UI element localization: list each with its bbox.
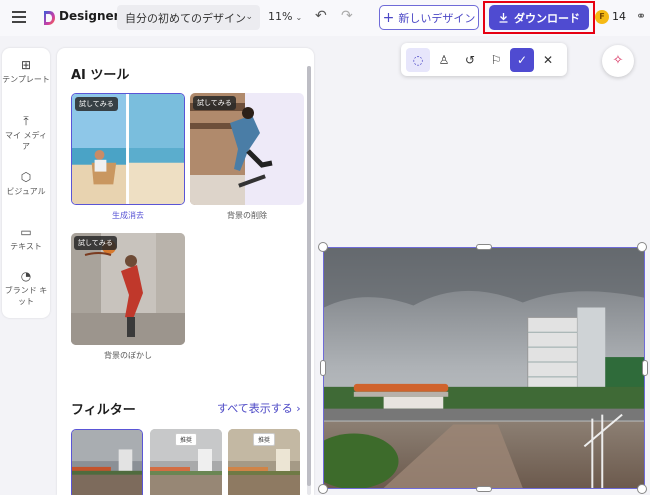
resize-handle-right[interactable] — [642, 360, 648, 376]
filter-recommended-1[interactable]: 推奨 — [150, 429, 222, 495]
rail-item-my-media[interactable]: ⤒ マイ メディア — [2, 114, 50, 152]
undo-icon[interactable]: ↶ — [315, 8, 327, 24]
tool-blur-background[interactable]: 試してみる — [71, 233, 185, 345]
flag-icon[interactable]: ⚐ — [484, 48, 508, 72]
recommended-badge: 推奨 — [174, 433, 198, 446]
download-button[interactable]: ダウンロード — [489, 5, 589, 30]
filter-thumbnail — [72, 430, 142, 495]
photo-image — [324, 248, 644, 488]
rail-item-label: ブランド キット — [4, 286, 48, 306]
tool-label: 生成消去 — [112, 211, 144, 220]
rail-item-text[interactable]: ▭ テキスト — [2, 225, 50, 252]
left-rail: ⊞ テンプレート ⤒ マイ メディア ⬡ ビジュアル ▭ テキスト ◔ ブランド… — [2, 48, 50, 318]
canvas-photo[interactable] — [323, 247, 645, 489]
top-bar: Designer 自分の初めてのデザイン ⌄ 11% ⌄ ↶ ↷ + 新しいデザイ… — [0, 0, 650, 36]
brand-kit-icon: ◔ — [20, 269, 32, 283]
resize-handle-top-right[interactable] — [637, 242, 647, 252]
confirm-check-icon[interactable]: ✓ — [510, 48, 534, 72]
panel-title: AI ツール — [71, 68, 130, 83]
rail-item-templates[interactable]: ⊞ テンプレート — [2, 58, 50, 85]
zoom-level: 11% — [268, 10, 293, 23]
share-icon[interactable]: ⚭ — [636, 9, 646, 23]
tool-label: 背景の削除 — [227, 211, 267, 220]
resize-handle-bottom-left[interactable] — [318, 484, 328, 494]
tool-remove-background[interactable]: 試してみる — [190, 93, 304, 205]
filters-title: フィルター — [71, 403, 136, 418]
chevron-down-icon: ⌄ — [295, 13, 303, 22]
filter-original[interactable] — [71, 429, 143, 495]
hamburger-menu-icon[interactable] — [12, 11, 26, 23]
tool-label: 背景のぼかし — [104, 351, 152, 360]
zoom-dropdown[interactable]: 11% ⌄ — [268, 10, 302, 23]
coin-icon: F — [595, 10, 609, 24]
resize-handle-left[interactable] — [320, 360, 326, 376]
close-icon[interactable]: ✕ — [536, 48, 560, 72]
rail-item-label: テンプレート — [2, 75, 50, 84]
show-all-link[interactable]: すべて表示する › — [217, 400, 301, 416]
try-badge: 試してみる — [193, 96, 236, 110]
new-design-button[interactable]: + 新しいデザイン — [379, 5, 479, 30]
ai-tools-panel: AI ツール 試してみる 生成消去 試してみる 背景の削除 試してみる 背景のぼ… — [57, 48, 314, 495]
tool-generative-erase[interactable]: 試してみる — [71, 93, 185, 205]
upload-icon: ⤒ — [23, 114, 29, 128]
chevron-down-icon: ⌄ — [245, 12, 253, 22]
resize-handle-top-left[interactable] — [318, 242, 328, 252]
reset-icon[interactable]: ↺ — [458, 48, 482, 72]
scrollbar-thumb[interactable] — [307, 66, 311, 486]
redo-icon[interactable]: ↷ — [341, 8, 353, 24]
rail-item-label: マイ メディア — [5, 131, 47, 151]
recommended-badge: 推奨 — [252, 433, 276, 446]
plus-icon: + — [382, 9, 395, 26]
magic-sparkle-icon[interactable]: ✧ — [602, 45, 634, 77]
download-icon — [499, 13, 508, 23]
try-badge: 試してみる — [75, 97, 118, 111]
new-design-label: 新しいデザイン — [398, 11, 476, 25]
chevron-right-icon: › — [296, 402, 301, 415]
resize-handle-top[interactable] — [476, 244, 492, 250]
show-all-label: すべて表示する — [217, 402, 293, 415]
canvas-toolbar: ◌ ♙ ↺ ⚐ ✓ ✕ — [401, 43, 567, 76]
rail-item-label: ビジュアル — [6, 187, 46, 196]
panel-scrollbar[interactable] — [307, 66, 311, 495]
try-badge: 試してみる — [74, 236, 117, 250]
rail-item-brand-kit[interactable]: ◔ ブランド キット — [2, 269, 50, 307]
credits-count: 14 — [612, 10, 626, 23]
document-name: 自分の初めてのデザイン — [125, 12, 246, 25]
rail-item-label: テキスト — [10, 242, 42, 251]
lasso-icon[interactable]: ◌ — [406, 48, 430, 72]
resize-handle-bottom[interactable] — [476, 486, 492, 492]
document-name-dropdown[interactable]: 自分の初めてのデザイン ⌄ — [117, 5, 260, 30]
designer-logo — [44, 11, 55, 25]
brush-icon[interactable]: ♙ — [432, 48, 456, 72]
template-icon: ⊞ — [20, 58, 32, 72]
download-label: ダウンロード — [514, 11, 580, 25]
resize-handle-bottom-right[interactable] — [637, 484, 647, 494]
text-icon: ▭ — [20, 225, 32, 239]
rail-item-visual[interactable]: ⬡ ビジュアル — [2, 170, 50, 197]
brand-name: Designer — [59, 9, 120, 23]
filter-recommended-2[interactable]: 推奨 — [228, 429, 300, 495]
visual-icon: ⬡ — [20, 170, 32, 184]
